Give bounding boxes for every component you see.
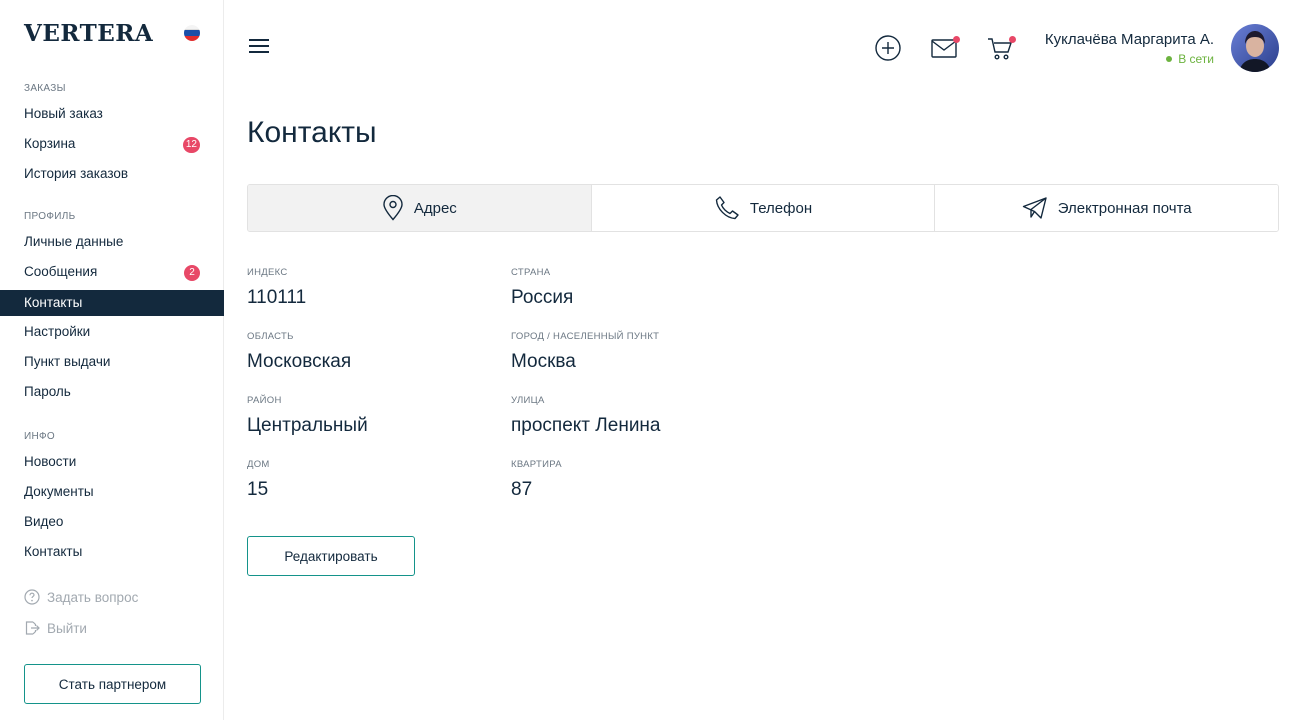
sidebar-item-news[interactable]: Новости [0, 449, 224, 475]
tab-address[interactable]: Адрес [248, 185, 592, 231]
sidebar-item-label: Документы [24, 484, 94, 499]
sidebar-item-label: Новый заказ [24, 106, 103, 121]
section-title-profile: ПРОФИЛЬ [24, 211, 76, 222]
user-name[interactable]: Куклачёва Маргарита А. [1045, 31, 1214, 48]
tab-label: Адрес [413, 199, 457, 217]
become-partner-button[interactable]: Стать партнером [24, 664, 201, 704]
messages-count-badge: 2 [184, 265, 200, 281]
logout-link[interactable]: Выйти [24, 620, 87, 636]
sidebar-item-settings[interactable]: Настройки [0, 319, 224, 345]
sidebar-item-label: Пункт выдачи [24, 354, 111, 369]
tab-label: Электронная почта [1057, 199, 1192, 217]
index-value: 110111 [247, 287, 307, 308]
plus-circle-icon[interactable] [874, 34, 902, 62]
sidebar-item-password[interactable]: Пароль [0, 379, 224, 405]
menu-icon[interactable] [249, 39, 269, 57]
logout-icon [25, 621, 40, 635]
sidebar-item-documents[interactable]: Документы [0, 479, 224, 505]
sidebar-item-video[interactable]: Видео [0, 509, 224, 535]
house-value: 15 [247, 479, 269, 500]
apartment-label: КВАРТИРА [511, 459, 562, 470]
mail-notification-dot [953, 36, 960, 43]
tab-email[interactable]: Электронная почта [935, 185, 1278, 231]
sidebar-item-label: Пароль [24, 384, 71, 399]
sidebar-item-label: Личные данные [24, 234, 124, 249]
district-label: РАЙОН [247, 395, 282, 406]
sidebar-item-info-contacts[interactable]: Контакты [0, 539, 224, 565]
country-value: Россия [511, 287, 574, 308]
question-icon [24, 589, 40, 605]
sidebar-item-label: Корзина [24, 136, 76, 151]
sidebar-item-label: Контакты [24, 544, 83, 559]
house-label: ДОМ [247, 459, 270, 470]
contact-tabs: Адрес Телефон Электронная почта [247, 184, 1279, 232]
page-title: Контакты [247, 116, 377, 149]
online-dot [1166, 56, 1173, 62]
tab-label: Телефон [749, 199, 813, 217]
sidebar-item-contacts[interactable]: Контакты [0, 290, 224, 316]
sidebar-item-new-order[interactable]: Новый заказ [0, 101, 224, 127]
street-label: УЛИЦА [511, 395, 545, 406]
tab-phone[interactable]: Телефон [591, 185, 936, 231]
user-status-label: В сети [1178, 52, 1214, 66]
user-status: В сети [1166, 52, 1214, 66]
region-value: Московская [247, 351, 352, 372]
sidebar-item-label: Контакты [24, 295, 83, 310]
cart-notification-dot [1009, 36, 1016, 43]
sidebar-item-cart[interactable]: Корзина 12 [0, 131, 224, 157]
mail-icon[interactable] [930, 34, 960, 62]
section-title-orders: ЗАКАЗЫ [24, 83, 66, 94]
logout-label: Выйти [47, 620, 87, 636]
sidebar-item-label: История заказов [24, 166, 129, 181]
ask-question-link[interactable]: Задать вопрос [24, 589, 138, 605]
sidebar-item-label: Сообщения [24, 264, 98, 279]
district-value: Центральный [247, 415, 368, 436]
cart-count-badge: 12 [182, 137, 200, 153]
phone-icon [715, 196, 739, 220]
ask-question-label: Задать вопрос [47, 589, 139, 605]
paper-plane-icon [1022, 197, 1047, 219]
apartment-value: 87 [511, 479, 533, 500]
sidebar: VERTERA ЗАКАЗЫ Новый заказ Корзина 12 Ист… [0, 0, 224, 720]
region-label: ОБЛАСТЬ [247, 331, 294, 342]
vertera-logo[interactable]: VERTERA [24, 20, 153, 47]
cart-icon[interactable] [986, 34, 1016, 62]
sidebar-item-personal-data[interactable]: Личные данные [0, 229, 224, 255]
sidebar-item-label: Новости [24, 454, 77, 469]
city-value: Москва [511, 351, 576, 372]
location-pin-icon [383, 195, 403, 221]
edit-button[interactable]: Редактировать [247, 536, 415, 576]
index-label: ИНДЕКС [247, 267, 288, 278]
sidebar-item-pickup-point[interactable]: Пункт выдачи [0, 349, 224, 375]
city-label: ГОРОД / НАСЕЛЕННЫЙ ПУНКТ [511, 331, 660, 342]
sidebar-item-messages[interactable]: Сообщения 2 [0, 259, 224, 285]
avatar[interactable] [1231, 24, 1279, 72]
street-value: проспект Ленина [511, 415, 661, 436]
ru-flag-icon[interactable] [184, 25, 200, 41]
country-label: СТРАНА [511, 267, 551, 278]
sidebar-item-order-history[interactable]: История заказов [0, 161, 224, 187]
sidebar-item-label: Видео [24, 514, 64, 529]
section-title-info: ИНФО [24, 431, 55, 442]
sidebar-item-label: Настройки [24, 324, 91, 339]
